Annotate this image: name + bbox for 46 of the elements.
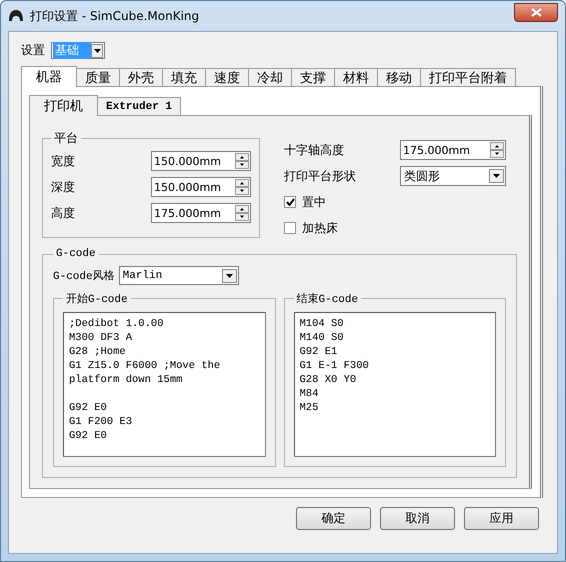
field-label: 高度 — [51, 204, 75, 222]
checkbox[interactable] — [284, 196, 296, 208]
dialog-button[interactable]: 取消 — [380, 507, 455, 530]
close-icon — [530, 8, 542, 16]
checkbox-label: 置中 — [302, 194, 326, 210]
field-label: 十字轴高度 — [284, 142, 344, 158]
field-label: 打印平台形状 — [284, 168, 356, 184]
group-title: 结束G-code — [296, 292, 360, 306]
spin-arrows-icon[interactable] — [235, 205, 249, 221]
tab[interactable]: 冷却 — [248, 68, 292, 86]
tab[interactable]: 打印平台附着 — [420, 68, 516, 86]
tab[interactable]: 填充 — [162, 68, 206, 86]
tab[interactable]: 打印机 — [29, 95, 98, 116]
spin-arrows-icon[interactable] — [235, 153, 249, 169]
tab[interactable]: 移动 — [377, 68, 421, 86]
field-label: 深度 — [51, 178, 75, 196]
spin-field[interactable]: 175.000mm — [151, 203, 251, 223]
tab[interactable]: 机器 — [21, 66, 77, 87]
spin-arrows-icon[interactable] — [235, 179, 249, 195]
spin-field[interactable]: 150.000mm — [151, 151, 251, 171]
gcode-text-area[interactable]: M104 S0 M140 S0 G92 E1 G1 E-1 F300 G28 X0 Y0 M84 M25 — [294, 312, 496, 457]
spin-field[interactable]: 175.000mm — [400, 140, 506, 160]
close-button[interactable] — [514, 2, 558, 22]
dialog-button[interactable]: 确定 — [296, 507, 371, 530]
dropdown[interactable]: 类圆形 — [400, 166, 506, 186]
checkbox[interactable] — [284, 222, 296, 234]
field-label: 宽度 — [51, 152, 75, 170]
group-title: 平台 — [53, 130, 79, 147]
field-label: G-code风格 — [53, 269, 115, 283]
checkbox-label: 加热床 — [302, 220, 338, 236]
tab[interactable]: 速度 — [205, 68, 249, 86]
group-title: G-code — [55, 248, 97, 260]
tab[interactable]: 材料 — [334, 68, 378, 86]
dialog-button[interactable]: 应用 — [464, 507, 539, 530]
tab[interactable]: 质量 — [76, 68, 120, 86]
spin-arrows-icon[interactable] — [490, 142, 504, 158]
gcode-text-area[interactable]: ;Dedibot 1.0.00 M300 DF3 A G28 ;Home G1 Z15.0 F6000 ;Move the platform down 15mm G92 E0 G1 F200 E3 G92 E0 — [63, 312, 266, 457]
spin-field[interactable]: 150.000mm — [151, 177, 251, 197]
tab[interactable]: 支撑 — [291, 68, 335, 86]
dropdown[interactable]: Marlin — [118, 266, 239, 285]
window-title: 打印设置 - SimCube.MonKing — [30, 8, 200, 24]
group-title: 开始G-code — [65, 292, 129, 306]
app-logo-icon — [8, 9, 24, 23]
tab[interactable]: 外壳 — [119, 68, 163, 86]
settings-label: 设置 — [21, 42, 45, 59]
tab[interactable]: Extruder 1 — [97, 97, 182, 115]
